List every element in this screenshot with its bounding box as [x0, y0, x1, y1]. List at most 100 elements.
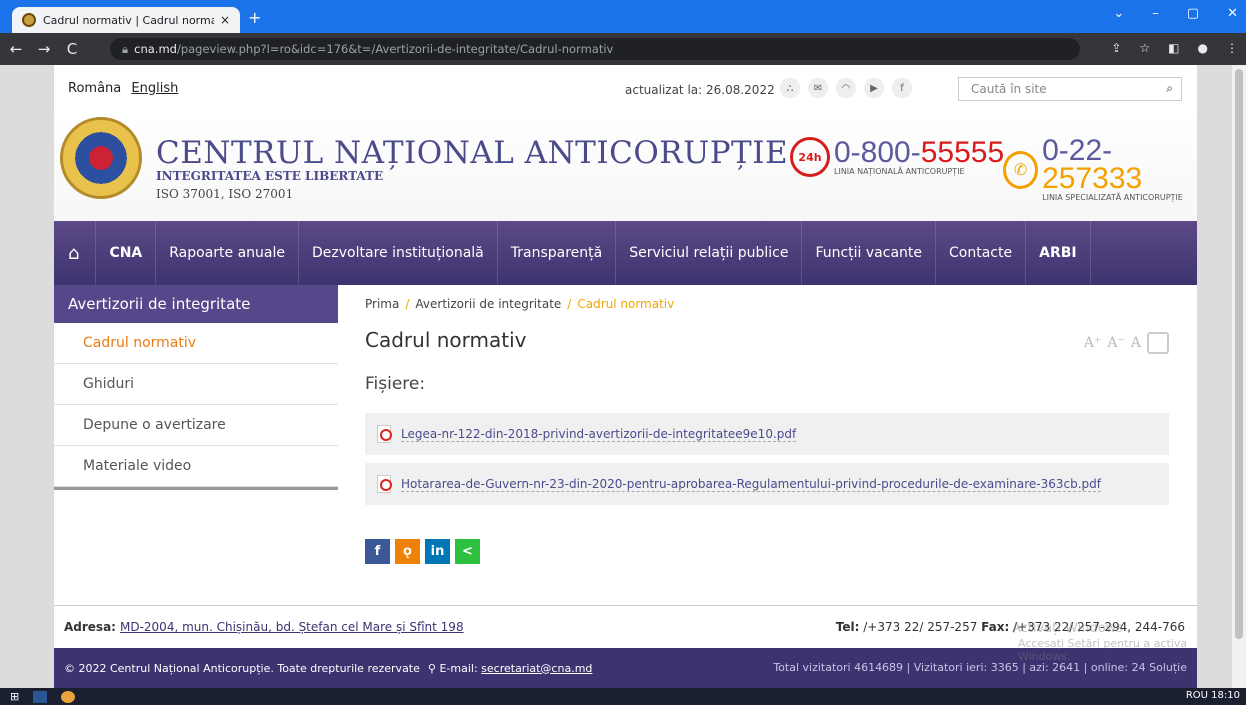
footer-address: Adresa: MD-2004, mun. Chișinău, bd. Ștefa… [64, 620, 464, 634]
close-window-button[interactable]: ✕ [1227, 6, 1238, 21]
share-odnoklassniki-icon[interactable]: ǫ [395, 539, 420, 564]
side-panel-icon[interactable]: ◧ [1168, 41, 1179, 55]
chrome-app-icon[interactable] [61, 690, 76, 703]
page-title: Cadrul normativ [365, 328, 527, 352]
breadcrumb-home[interactable]: Prima [365, 297, 399, 311]
menu-item-transparenta[interactable]: Transparență [498, 221, 617, 285]
files-heading: Fișiere: [365, 374, 426, 394]
scrollbar-thumb[interactable] [1235, 69, 1243, 639]
menu-item-rapoarte[interactable]: Rapoarte anuale [156, 221, 300, 285]
file-item[interactable]: Legea-nr-122-din-2018-privind-avertizori… [365, 413, 1169, 455]
breadcrumb-current: Cadrul normativ [577, 297, 675, 311]
institution-motto: INTEGRITATEA ESTE LIBERTATE [156, 169, 384, 183]
copyright: © 2022 Centrul Național Anticorupție. To… [64, 661, 420, 675]
print-icon[interactable] [1147, 332, 1169, 354]
reload-button[interactable]: C [60, 40, 84, 58]
specialized-hotline-label: LINIA SPECIALIZATĂ ANTICORUPȚIE [1042, 193, 1183, 202]
sidebar-title: Avertizorii de integritate [54, 285, 338, 323]
breadcrumb-separator: / [405, 297, 410, 311]
menu-item-functii-vacante[interactable]: Funcții vacante [802, 221, 937, 285]
tab-search-icon[interactable]: ⌄ [1113, 6, 1124, 21]
windows-taskbar: ⊞ ROU 18:10 [0, 688, 1246, 705]
new-tab-button[interactable]: + [248, 8, 261, 27]
font-increase-button[interactable]: A⁺ [1084, 335, 1102, 351]
back-button[interactable]: ← [4, 40, 28, 58]
sidebar: Avertizorii de integritate Cadrul normat… [54, 285, 338, 490]
file-link[interactable]: Legea-nr-122-din-2018-privind-avertizori… [401, 427, 797, 442]
menu-item-cna[interactable]: CNA [96, 221, 157, 285]
sidebar-item-ghiduri[interactable]: Ghiduri [54, 364, 338, 405]
toolbar-icons: ⇪ ☆ ◧ ● ⋮ [1111, 41, 1238, 55]
phone-icon: ✆ [1003, 150, 1039, 189]
tab-close-icon[interactable]: × [220, 13, 230, 27]
specialized-hotline[interactable]: ✆ 0-22-257333 LINIA SPECIALIZATĂ ANTICOR… [1003, 134, 1197, 202]
breadcrumb-section[interactable]: Avertizorii de integritate [415, 297, 561, 311]
home-icon[interactable]: ⌂ [68, 221, 97, 285]
tab-title: Cadrul normativ | Cadrul normati [43, 13, 214, 27]
menu-item-relatii-publice[interactable]: Serviciul relații publice [616, 221, 803, 285]
font-size-controls: A⁺ A⁻ A [1084, 332, 1169, 354]
font-decrease-button[interactable]: A⁻ [1107, 335, 1125, 351]
lang-romanian-link[interactable]: Româna [68, 81, 121, 96]
share-page-icon[interactable]: ⇪ [1111, 41, 1121, 55]
site-header: CENTRUL NAȚIONAL ANTICORUPȚIE INTEGRITAT… [54, 111, 1197, 221]
page-scrollbar[interactable] [1232, 65, 1246, 688]
menu-item-contacte[interactable]: Contacte [936, 221, 1027, 285]
mail-icon[interactable]: ✉ [808, 78, 828, 98]
iso-certifications: ISO 37001, ISO 27001 [156, 187, 294, 201]
url-path: /pageview.php?l=ro&idc=176&t=/Avertizori… [176, 42, 614, 56]
file-item[interactable]: Hotararea-de-Guvern-nr-23-din-2020-pentr… [365, 463, 1169, 505]
search-placeholder: Caută în site [971, 82, 1047, 96]
pdf-icon [377, 475, 392, 493]
bookmark-star-icon[interactable]: ☆ [1139, 41, 1150, 55]
window-controls: ⌄ – ▢ ✕ [1113, 6, 1238, 21]
browser-tab-bar: Cadrul normativ | Cadrul normati × + ⌄ –… [0, 0, 1246, 33]
rss-icon[interactable]: ◠ [836, 78, 856, 98]
site-search-input[interactable]: Caută în site ⌕ [958, 77, 1182, 101]
menu-dots-icon[interactable]: ⋮ [1226, 41, 1238, 55]
address-link[interactable]: MD-2004, mun. Chișinău, bd. Ștefan cel M… [120, 620, 464, 634]
facebook-icon[interactable]: f [892, 78, 912, 98]
start-icon[interactable]: ⊞ [10, 690, 19, 703]
sidebar-item-depune-avertizare[interactable]: Depune o avertizare [54, 405, 338, 446]
maximize-button[interactable]: ▢ [1187, 6, 1199, 21]
browser-toolbar: ← → C 🔒︎ cna.md /pageview.php?l=ro&idc=1… [0, 33, 1246, 65]
sidebar-divider [54, 487, 338, 490]
word-app-icon[interactable] [33, 690, 48, 703]
share-linkedin-icon[interactable]: in [425, 539, 450, 564]
national-hotline[interactable]: 24h 0-800-55555 LINIA NAȚIONALĂ ANTICORU… [790, 137, 1004, 177]
language-switcher: Româna English [68, 81, 178, 96]
main-content: Prima / Avertizorii de integritate / Cad… [365, 285, 1169, 564]
location-icon: ⚲ [427, 661, 436, 675]
sidebar-item-cadrul-normativ[interactable]: Cadrul normativ [54, 323, 338, 364]
menu-item-arbi[interactable]: ARBI [1026, 221, 1091, 285]
browser-tab[interactable]: Cadrul normativ | Cadrul normati × [12, 7, 240, 33]
national-hotline-number: 0-800-55555 [834, 135, 1005, 169]
file-link[interactable]: Hotararea-de-Guvern-nr-23-din-2020-pentr… [401, 477, 1102, 492]
youtube-icon[interactable]: ▶ [864, 78, 884, 98]
updated-date: actualizat la: 26.08.2022 [625, 83, 775, 97]
sidebar-item-materiale-video[interactable]: Materiale video [54, 446, 338, 487]
footer-phone-fax: Tel: /+373 22/ 257-257 Fax: /+373 22/ 25… [835, 620, 1185, 634]
search-icon[interactable]: ⌕ [1166, 81, 1173, 96]
web-page: Româna English actualizat la: 26.08.2022… [0, 65, 1246, 688]
lang-english-link[interactable]: English [131, 81, 178, 96]
share-facebook-icon[interactable]: f [365, 539, 390, 564]
site-container: Româna English actualizat la: 26.08.2022… [54, 65, 1197, 688]
specialized-hotline-number: 0-22-257333 [1042, 134, 1143, 195]
url-domain: cna.md [134, 42, 177, 56]
hotline-24h-icon: 24h [790, 137, 830, 177]
minimize-button[interactable]: – [1152, 6, 1159, 21]
cna-logo[interactable] [60, 117, 142, 199]
share-generic-icon[interactable]: < [455, 539, 480, 564]
main-menu: ⌂ CNA Rapoarte anuale Dezvoltare institu… [54, 221, 1197, 285]
sitemap-icon[interactable]: ⛬ [780, 78, 800, 98]
menu-item-dezvoltare[interactable]: Dezvoltare instituțională [299, 221, 498, 285]
share-buttons: f ǫ in < [365, 539, 1169, 564]
font-reset-button[interactable]: A [1131, 335, 1141, 351]
profile-icon[interactable]: ● [1198, 41, 1208, 55]
institution-name: CENTRUL NAȚIONAL ANTICORUPȚIE [156, 135, 789, 171]
email-link[interactable]: secretariat@cna.md [481, 662, 592, 675]
forward-button[interactable]: → [32, 40, 56, 58]
address-bar[interactable]: 🔒︎ cna.md /pageview.php?l=ro&idc=176&t=/… [110, 38, 1080, 60]
